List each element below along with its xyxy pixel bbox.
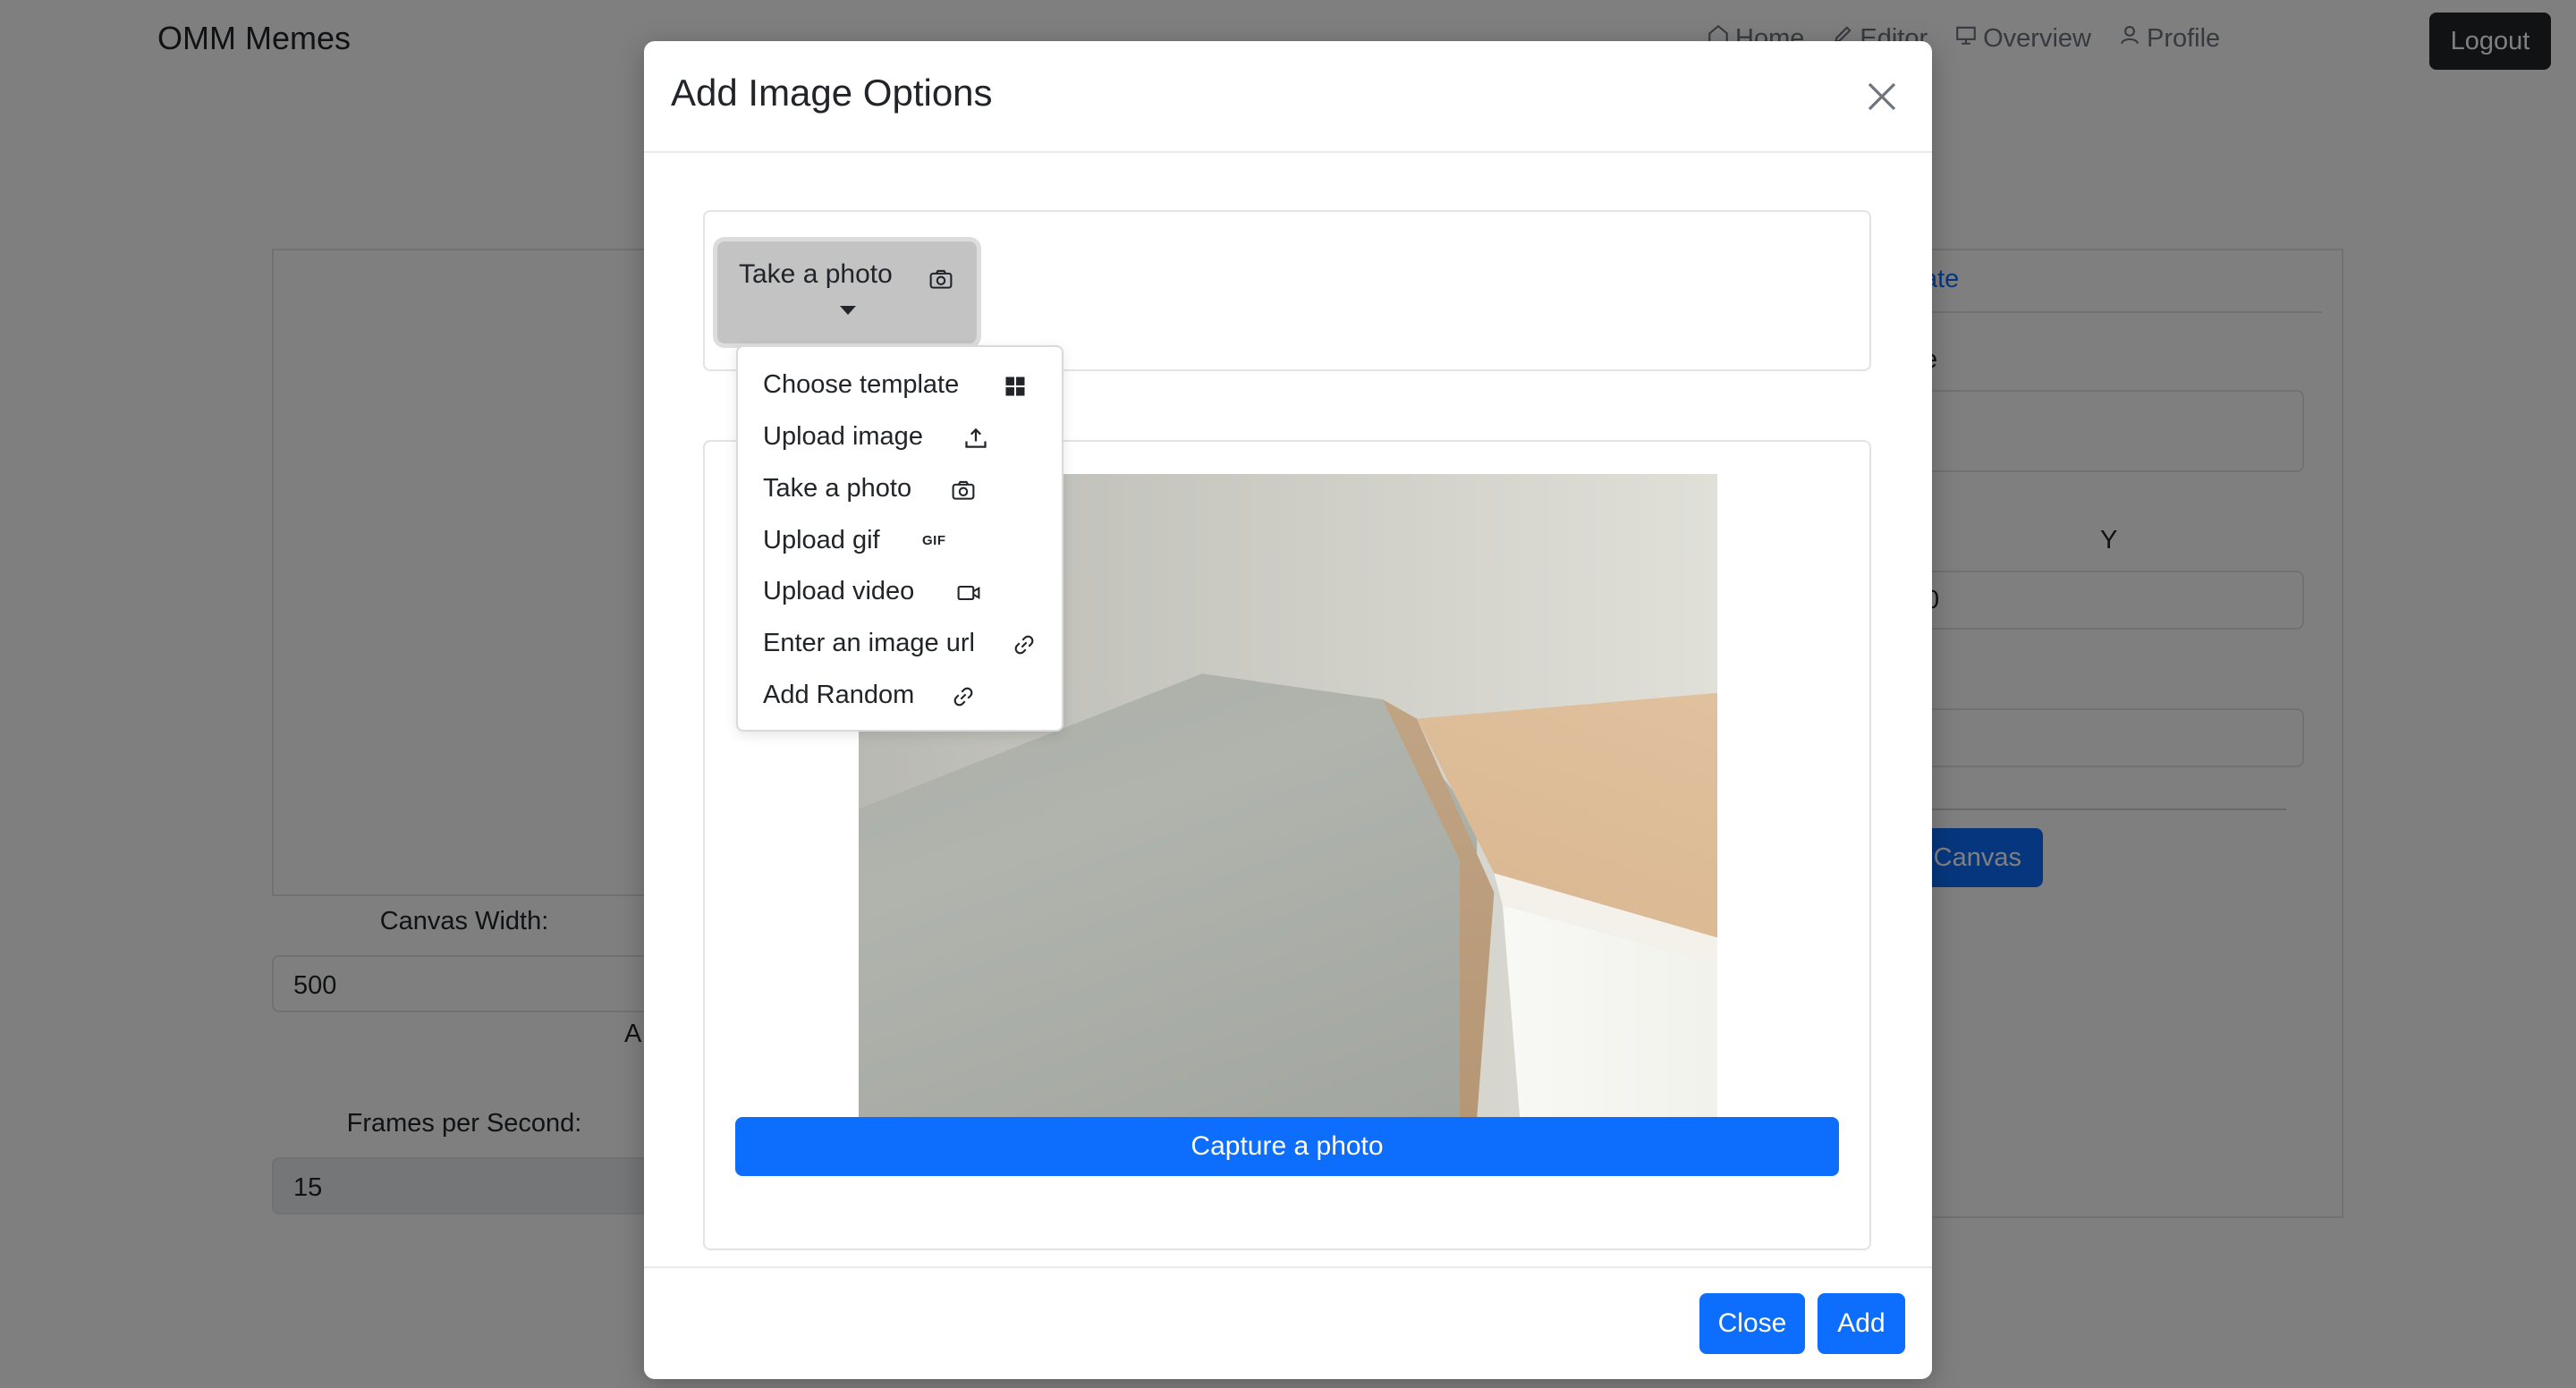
dropdown-label: Take a photo xyxy=(739,259,893,289)
camera-icon xyxy=(951,478,976,503)
upload-icon xyxy=(963,426,988,451)
gif-icon: GIF xyxy=(922,533,946,548)
menu-item-label: Upload video xyxy=(763,577,915,605)
video-icon xyxy=(956,580,981,605)
modal-title: Add Image Options xyxy=(671,72,993,114)
menu-item-label: Enter an image url xyxy=(763,629,975,657)
menu-item-label: Upload gif xyxy=(763,526,880,554)
menu-item-label: Choose template xyxy=(763,370,960,399)
close-icon[interactable] xyxy=(1864,79,1900,114)
close-button[interactable]: Close xyxy=(1699,1293,1805,1354)
modal-header: Add Image Options xyxy=(644,41,1932,153)
menu-item-label: Take a photo xyxy=(763,474,912,503)
add-button[interactable]: Add xyxy=(1818,1293,1905,1354)
link-icon xyxy=(1012,632,1037,657)
menu-item-upload-video[interactable]: Upload video xyxy=(738,570,1062,614)
menu-item-label: Add Random xyxy=(763,681,915,709)
caret-down-icon xyxy=(840,306,856,315)
menu-item-choose-template[interactable]: Choose template xyxy=(738,363,1062,408)
menu-item-upload-image[interactable]: Upload image xyxy=(738,415,1062,460)
capture-photo-button[interactable]: Capture a photo xyxy=(735,1117,1839,1176)
grid-icon xyxy=(1003,374,1028,399)
link-icon xyxy=(951,684,976,709)
menu-item-image-url[interactable]: Enter an image url xyxy=(738,622,1062,666)
camera-icon xyxy=(928,267,953,292)
image-source-dropdown[interactable]: Take a photo xyxy=(717,241,977,343)
image-source-menu: Choose template Upload image Take a phot… xyxy=(736,345,1063,732)
menu-item-label: Upload image xyxy=(763,422,923,451)
menu-item-take-photo[interactable]: Take a photo xyxy=(738,467,1062,512)
menu-item-add-random[interactable]: Add Random xyxy=(738,673,1062,718)
menu-item-upload-gif[interactable]: Upload gif GIF xyxy=(738,519,1062,563)
